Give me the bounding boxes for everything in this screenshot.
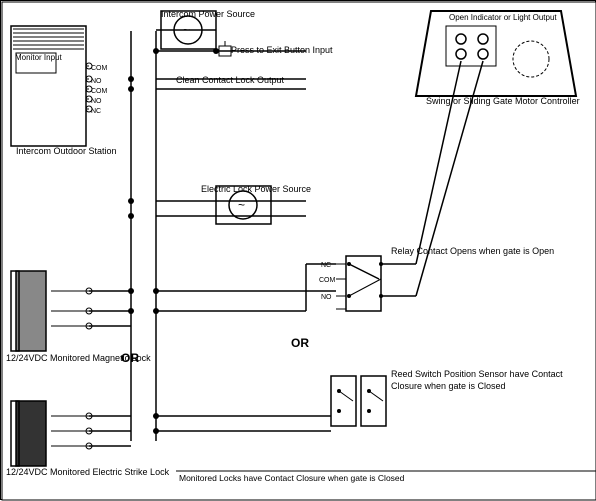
svg-text:NC: NC xyxy=(321,262,331,269)
svg-text:NO: NO xyxy=(321,294,332,301)
clean-contact-label: Clean Contact Lock Output xyxy=(176,75,284,87)
intercom-power-label: Intercom Power Source xyxy=(161,9,255,20)
swing-gate-label: Swing or Sliding Gate Motor Controller xyxy=(426,96,580,108)
monitor-input-label: Monitor Input xyxy=(15,53,62,63)
or2-label: OR xyxy=(291,336,309,350)
svg-text:COM: COM xyxy=(91,88,108,95)
open-indicator-label: Open Indicator or Light Output xyxy=(449,13,557,23)
svg-text:NC: NC xyxy=(91,108,101,115)
electric-lock-power-label: Electric Lock Power Source xyxy=(201,184,311,196)
electric-strike-label: 12/24VDC Monitored Electric Strike Lock xyxy=(6,467,169,479)
diagram-container: COM NO COM NO NC ~ ~ xyxy=(0,0,596,500)
relay-contact-label: Relay Contact Opens when gate is Open xyxy=(391,246,554,258)
svg-text:NO: NO xyxy=(91,98,102,105)
svg-text:NO: NO xyxy=(91,78,102,85)
svg-text:COM: COM xyxy=(91,65,108,72)
or1-label: OR xyxy=(121,351,139,365)
intercom-outdoor-label: Intercom Outdoor Station xyxy=(16,146,117,158)
press-to-exit-label: Press to Exit Button Input xyxy=(231,45,333,56)
svg-text:~: ~ xyxy=(238,198,245,212)
reed-switch-label: Reed Switch Position Sensor have Contact… xyxy=(391,369,595,392)
svg-text:COM: COM xyxy=(319,277,336,284)
monitored-locks-label: Monitored Locks have Contact Closure whe… xyxy=(179,473,404,483)
